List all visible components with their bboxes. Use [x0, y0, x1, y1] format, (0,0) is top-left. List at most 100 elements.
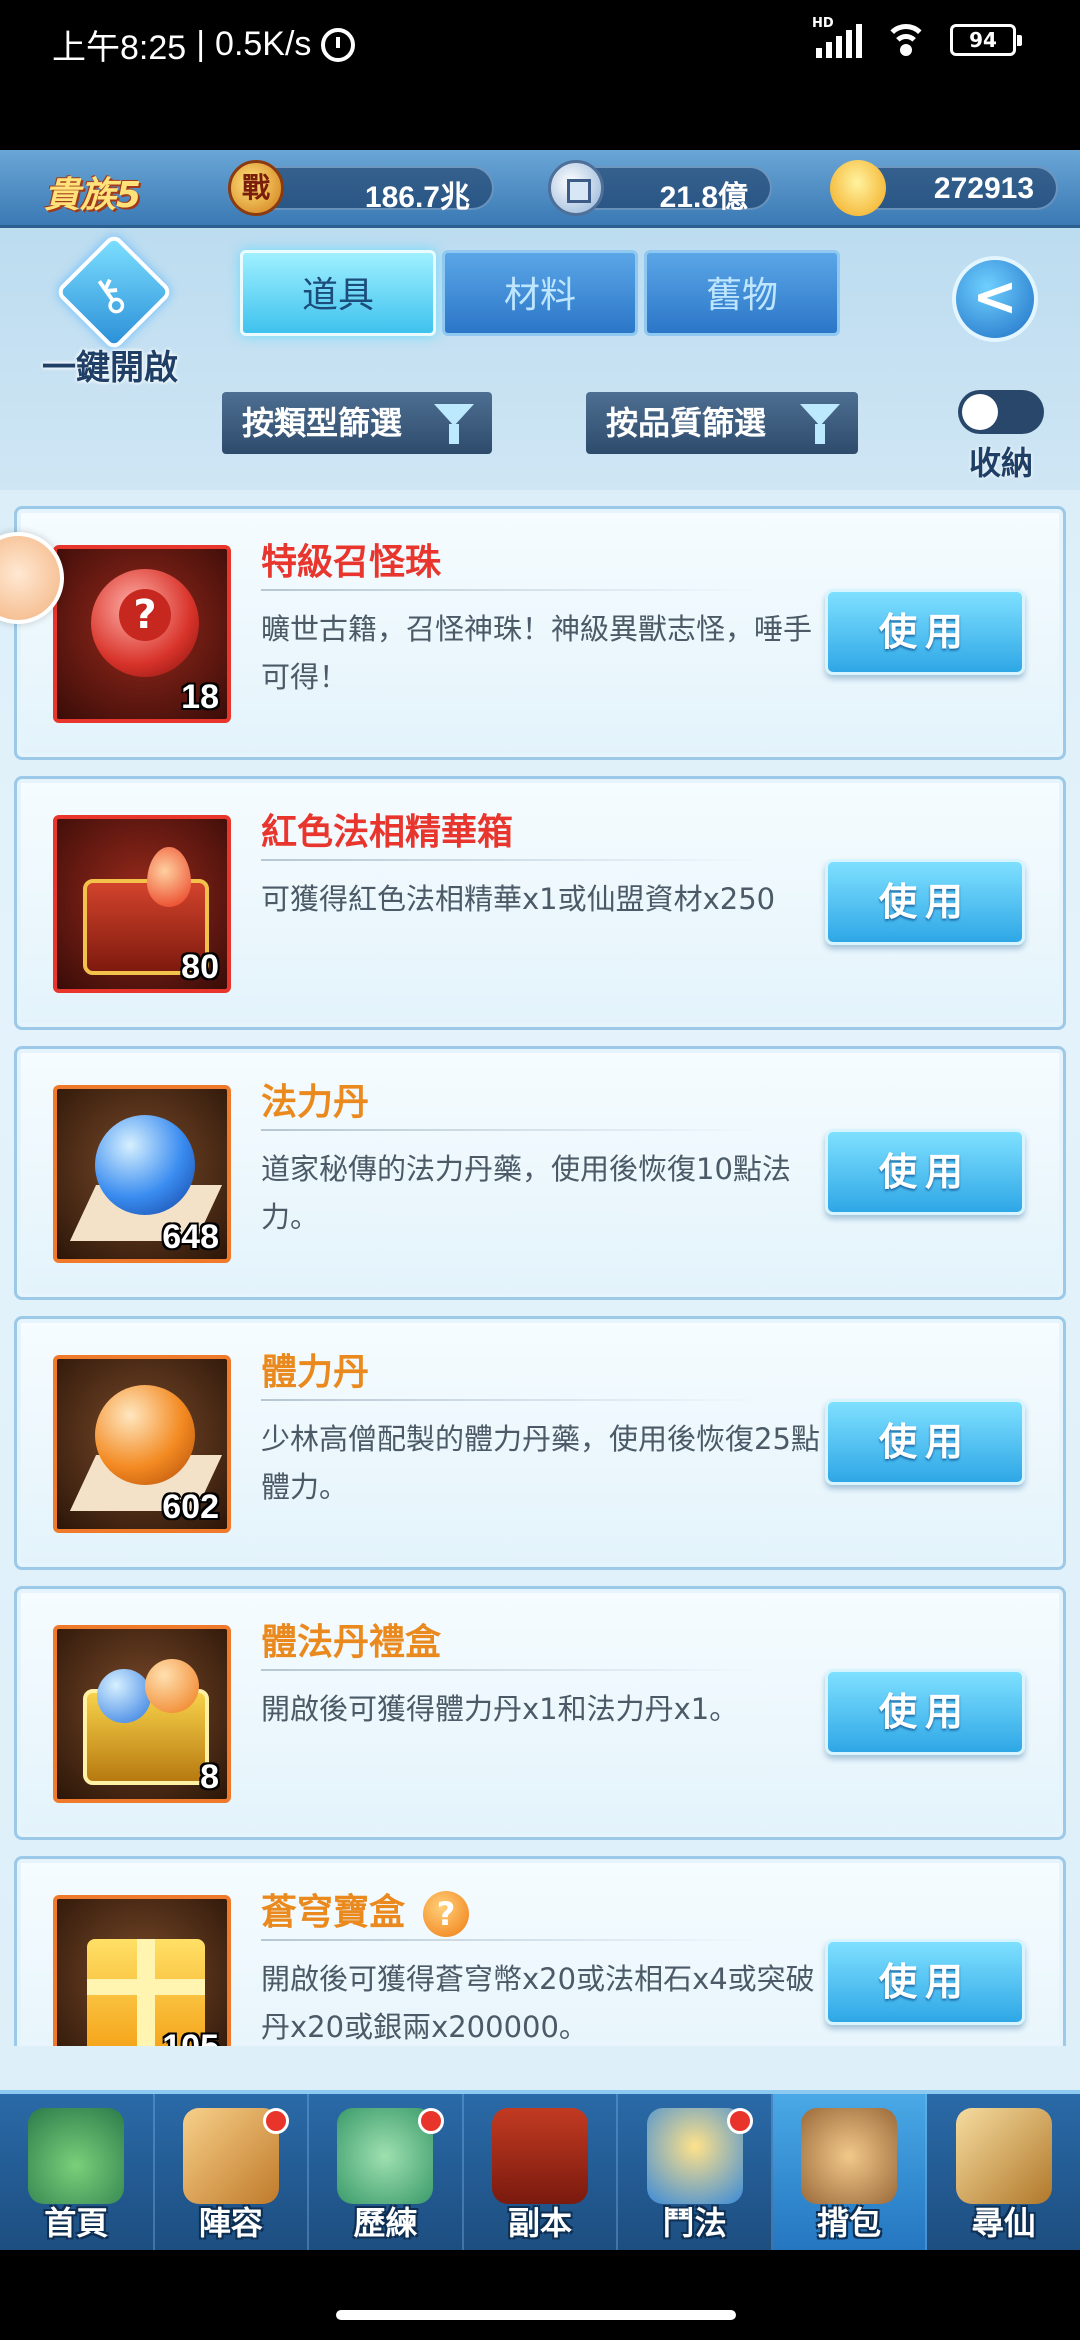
orange-pill-icon: [95, 1385, 195, 1485]
nav-training[interactable]: 歷練: [309, 2094, 464, 2250]
divider: [261, 589, 761, 591]
back-arrow-icon[interactable]: <: [952, 256, 1038, 342]
notification-dot: [726, 2108, 753, 2134]
nav-label: 尋仙: [971, 2204, 1036, 2242]
item-thumbnail[interactable]: ? 18: [53, 545, 231, 723]
divider: [261, 1129, 761, 1131]
home-icon: [28, 2108, 125, 2204]
list-item: 80 紅色法相精華箱 可獲得紅色法相精華x1或仙盟資材x250 使用: [14, 776, 1066, 1030]
dungeon-gate-icon: [492, 2108, 589, 2204]
item-description: 開啟後可獲得蒼穹幣x20或法相石x4或突破丹x20或銀兩x200000。: [261, 1962, 815, 2044]
silver-value: 21.8億: [659, 181, 748, 214]
gold-currency: 272913: [825, 155, 1058, 221]
orange-pill-icon: [145, 1659, 199, 1713]
nav-bag[interactable]: 揹包: [772, 2094, 928, 2250]
vip-rank[interactable]: 貴族5: [44, 166, 141, 218]
wifi-icon: [884, 22, 928, 58]
question-icon: ?: [119, 589, 171, 641]
tab-items[interactable]: 道具: [240, 250, 436, 336]
flame-essence-icon: [147, 847, 191, 907]
list-item: 602 體力丹 少林高僧配製的體力丹藥，使用後恢復25點體力。 使用: [14, 1316, 1066, 1570]
nav-label: 首頁: [44, 2204, 109, 2242]
nav-arena[interactable]: 鬥法: [618, 2094, 773, 2250]
item-description: 道家秘傳的法力丹藥，使用後恢復10點法力。: [261, 1152, 791, 1234]
item-count: 602: [162, 1488, 219, 1526]
help-icon[interactable]: ?: [423, 1891, 470, 1937]
nav-home[interactable]: 首頁: [0, 2094, 155, 2250]
item-thumbnail[interactable]: 648: [53, 1085, 231, 1263]
divider: [261, 1939, 761, 1941]
status-bar: 上午8:25 | 0.5K/s HD 94: [0, 0, 1080, 150]
item-thumbnail[interactable]: 8: [53, 1625, 231, 1803]
funnel-icon: [434, 404, 474, 444]
item-thumbnail[interactable]: 105: [53, 1895, 231, 2046]
use-button[interactable]: 使用: [825, 589, 1025, 675]
battle-icon: 戰: [228, 160, 284, 216]
filter-by-type-button[interactable]: 按類型篩選: [222, 392, 492, 454]
gold-ingot-icon: [825, 155, 891, 221]
item-count: 8: [200, 1758, 219, 1796]
status-left: 上午8:25 | 0.5K/s: [52, 20, 356, 69]
divider: [261, 859, 761, 861]
list-item: 648 法力丹 道家秘傳的法力丹藥，使用後恢復10點法力。 使用: [14, 1046, 1066, 1300]
silver-coin-icon: [548, 160, 604, 216]
use-button[interactable]: 使用: [825, 1399, 1025, 1485]
item-list[interactable]: ? 18 特級召怪珠 曠世古籍，召怪神珠！神級異獸志怪，唾手可得！ 使用 80 …: [0, 506, 1080, 2046]
battery-level: 94: [969, 28, 997, 52]
nav-lineup[interactable]: 陣容: [155, 2094, 310, 2250]
use-button[interactable]: 使用: [825, 1939, 1025, 2025]
blue-pill-icon: [95, 1115, 195, 1215]
signal-icon: HD: [812, 16, 862, 58]
game-screen: 貴族5 戰 186.7兆 21.8億 272913 ⚷ 一鍵開啟 道具 材料 舊…: [0, 150, 1080, 2250]
item-name: 蒼穹寶盒: [261, 1892, 406, 1933]
item-description: 曠世古籍，召怪神珠！神級異獸志怪，唾手可得！: [261, 612, 813, 694]
nav-label: 揹包: [817, 2204, 882, 2242]
use-button[interactable]: 使用: [825, 1669, 1025, 1755]
item-thumbnail[interactable]: 602: [53, 1355, 231, 1533]
battle-power-value: 186.7兆: [364, 181, 470, 214]
item-name-row: 蒼穹寶盒?: [261, 1883, 470, 1937]
one-key-open-label: 一鍵開啟: [42, 348, 178, 388]
filter-by-type-label: 按類型篩選: [242, 404, 403, 442]
status-right: HD 94: [812, 16, 1022, 58]
bottom-nav: 首頁 陣容 歷練 副本 鬥法 揹包 尋仙: [0, 2090, 1080, 2250]
hd-label: HD: [812, 16, 834, 31]
collapse-toggle[interactable]: [958, 390, 1044, 434]
list-item: 8 體法丹禮盒 開啟後可獲得體力丹x1和法力丹x1。 使用: [14, 1586, 1066, 1840]
item-thumbnail[interactable]: 80: [53, 815, 231, 993]
divider: [261, 1399, 761, 1401]
tab-materials[interactable]: 材料: [442, 250, 638, 336]
item-description: 少林高僧配製的體力丹藥，使用後恢復25點體力。: [261, 1422, 820, 1504]
battle-power: 戰 186.7兆: [228, 160, 494, 216]
item-count: 18: [181, 678, 219, 716]
gold-value: 272913: [933, 172, 1034, 205]
list-item: 105 蒼穹寶盒? 開啟後可獲得蒼穹幣x20或法相石x4或突破丹x20或銀兩x2…: [14, 1856, 1066, 2046]
resource-bar: 貴族5 戰 186.7兆 21.8億 272913: [0, 150, 1080, 228]
one-key-open-button[interactable]: ⚷ 一鍵開啟: [30, 232, 190, 388]
item-name: 紅色法相精華箱: [261, 812, 514, 853]
nav-dungeon[interactable]: 副本: [464, 2094, 619, 2250]
blue-pill-icon: [97, 1669, 151, 1723]
item-name: 特級召怪珠: [261, 542, 442, 583]
bag-icon: [801, 2108, 898, 2204]
use-button[interactable]: 使用: [825, 1129, 1025, 1215]
home-indicator[interactable]: [336, 2310, 736, 2320]
battery-icon: 94: [950, 24, 1022, 56]
filter-by-quality-button[interactable]: 按品質篩選: [586, 392, 858, 454]
use-button[interactable]: 使用: [825, 859, 1025, 945]
toggle-knob: [962, 394, 998, 430]
notification-dot: [263, 2108, 290, 2134]
item-count: 648: [162, 1218, 219, 1256]
nav-seek-immortal[interactable]: 尋仙: [927, 2094, 1080, 2250]
item-description: 開啟後可獲得體力丹x1和法力丹x1。: [261, 1692, 739, 1726]
scroll-icon: [955, 2108, 1052, 2204]
nav-label: 歷練: [353, 2204, 418, 2242]
alarm-icon: [321, 27, 356, 62]
item-name: 體力丹: [261, 1352, 370, 1393]
item-name: 法力丹: [261, 1082, 370, 1123]
item-description: 可獲得紅色法相精華x1或仙盟資材x250: [261, 882, 776, 916]
funnel-icon: [800, 404, 840, 444]
tab-old-items[interactable]: 舊物: [644, 250, 840, 336]
network-speed: 0.5K/s: [215, 25, 312, 63]
bag-header: ⚷ 一鍵開啟 道具 材料 舊物 < 按類型篩選 按品質篩選 收納: [0, 228, 1080, 490]
